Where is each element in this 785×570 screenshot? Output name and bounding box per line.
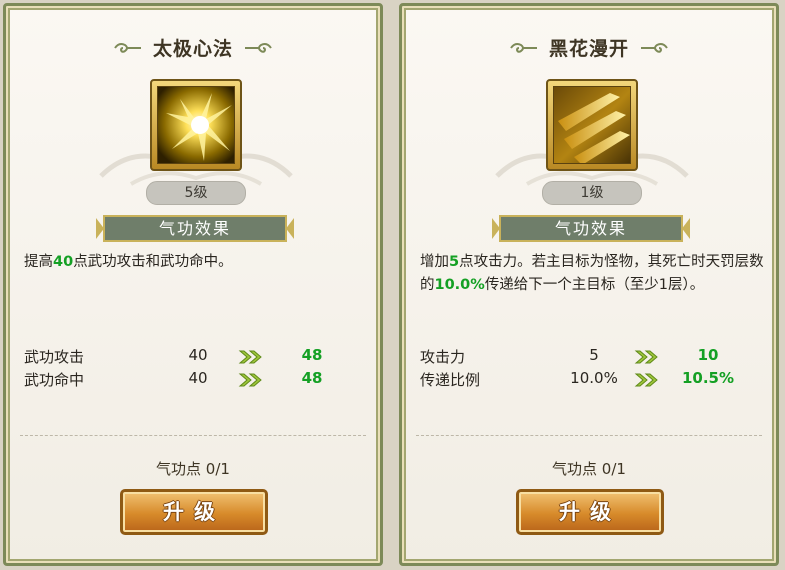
stat-next-value: 48 — [301, 346, 323, 364]
skill-description: 提高40点武功攻击和武功命中。 — [24, 254, 233, 270]
double-chevron-right-icon — [634, 373, 658, 387]
cloud-ornament-icon — [114, 42, 141, 53]
double-chevron-right-icon — [238, 373, 262, 387]
stat-row: 传递比例 10.0% 10.5% — [420, 369, 760, 391]
skill-icon-frame[interactable] — [150, 79, 242, 171]
skill-panel-heihua: 黑花漫开 1级 气功效果 增加5点攻击力。若主目标为怪物，其死亡时天罚层数的10… — [399, 3, 779, 566]
cloud-ornament-icon — [245, 42, 272, 53]
stat-label: 武功命中 — [24, 371, 85, 389]
stat-row: 武功攻击 40 48 — [24, 346, 364, 368]
skill-title: 黑花漫开 — [548, 38, 629, 60]
stat-label: 武功攻击 — [24, 348, 85, 366]
effect-section-banner: 气功效果 — [94, 214, 296, 243]
stat-current-value: 10.0% — [570, 369, 618, 387]
golden-blades-icon — [554, 87, 630, 163]
upgrade-button[interactable]: 升级 — [516, 489, 664, 535]
stat-next-value: 10.5% — [681, 369, 735, 387]
skill-description: 增加5点攻击力。若主目标为怪物，其死亡时天罚层数的10.0%传递给下一个主目标（… — [420, 254, 764, 293]
skill-level-badge: 1级 — [542, 181, 642, 205]
double-chevron-right-icon — [634, 350, 658, 364]
effect-section-label: 气功效果 — [554, 219, 627, 238]
panel-title-row: 黑花漫开 — [402, 34, 776, 61]
stat-next-value: 48 — [301, 369, 323, 387]
lightning-orb-icon — [158, 87, 234, 163]
skill-panel-taiji: 太极心法 5级 气功效果 提高40点武功攻击和武功命中。 武功攻击 40 48 … — [3, 3, 383, 566]
panel-title-row: 太极心法 — [6, 34, 380, 61]
skill-title: 太极心法 — [152, 38, 233, 60]
divider — [20, 435, 366, 436]
stat-label: 传递比例 — [420, 371, 481, 389]
stat-current-value: 40 — [188, 346, 208, 364]
double-chevron-right-icon — [238, 350, 262, 364]
effect-section-label: 气功效果 — [158, 219, 231, 238]
highlight-value: 5 — [449, 254, 460, 270]
stat-label: 攻击力 — [420, 348, 466, 366]
cloud-ornament-icon — [510, 42, 537, 53]
highlight-value: 10.0% — [434, 277, 485, 293]
skill-icon-frame[interactable] — [546, 79, 638, 171]
upgrade-button[interactable]: 升级 — [120, 489, 268, 535]
stat-current-value: 5 — [589, 346, 599, 364]
qigong-points: 气功点 0/1 — [156, 460, 230, 478]
qigong-points: 气功点 0/1 — [552, 460, 626, 478]
divider — [416, 435, 762, 436]
stat-row: 攻击力 5 10 — [420, 346, 760, 368]
effect-section-banner: 气功效果 — [490, 214, 692, 243]
cloud-ornament-icon — [641, 42, 668, 53]
highlight-value: 40 — [53, 254, 74, 270]
stat-row: 武功命中 40 48 — [24, 369, 364, 391]
skill-level-badge: 5级 — [146, 181, 246, 205]
stat-current-value: 40 — [188, 369, 208, 387]
stat-next-value: 10 — [697, 346, 719, 364]
